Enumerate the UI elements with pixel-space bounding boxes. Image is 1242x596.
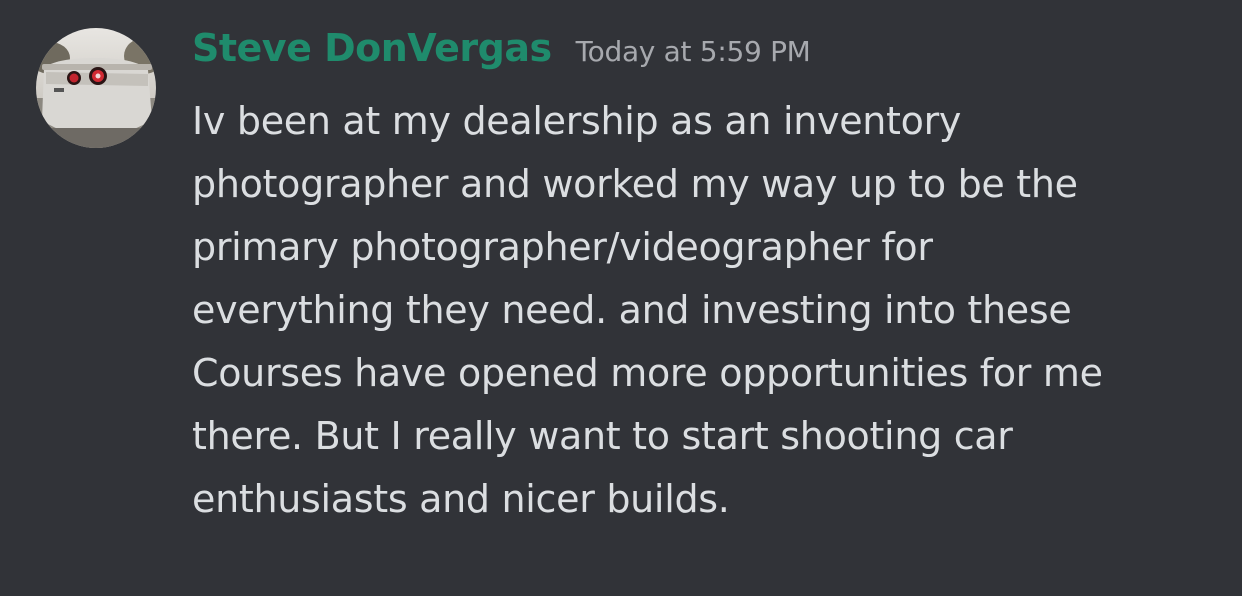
avatar[interactable] [36,28,156,148]
message-line: Courses have opened more opportunities f… [192,351,1103,395]
chat-message: Steve DonVergas Today at 5:59 PM Iv been… [0,0,1242,596]
username[interactable]: Steve DonVergas [192,26,552,70]
message-line: everything they need. and investing into… [192,288,1072,332]
message-content: Iv been at my dealership as an inventory… [192,90,1202,531]
message-line: primary photographer/videographer for [192,225,933,269]
message-line: photographer and worked my way up to be … [192,162,1078,206]
message-line: there. But I really want to start shooti… [192,414,1013,458]
timestamp[interactable]: Today at 5:59 PM [576,35,811,68]
car-rear-photo-icon [36,28,156,148]
message-header: Steve DonVergas Today at 5:59 PM [192,26,811,70]
message-line: Iv been at my dealership as an inventory [192,99,962,143]
message-line: enthusiasts and nicer builds. [192,477,730,521]
